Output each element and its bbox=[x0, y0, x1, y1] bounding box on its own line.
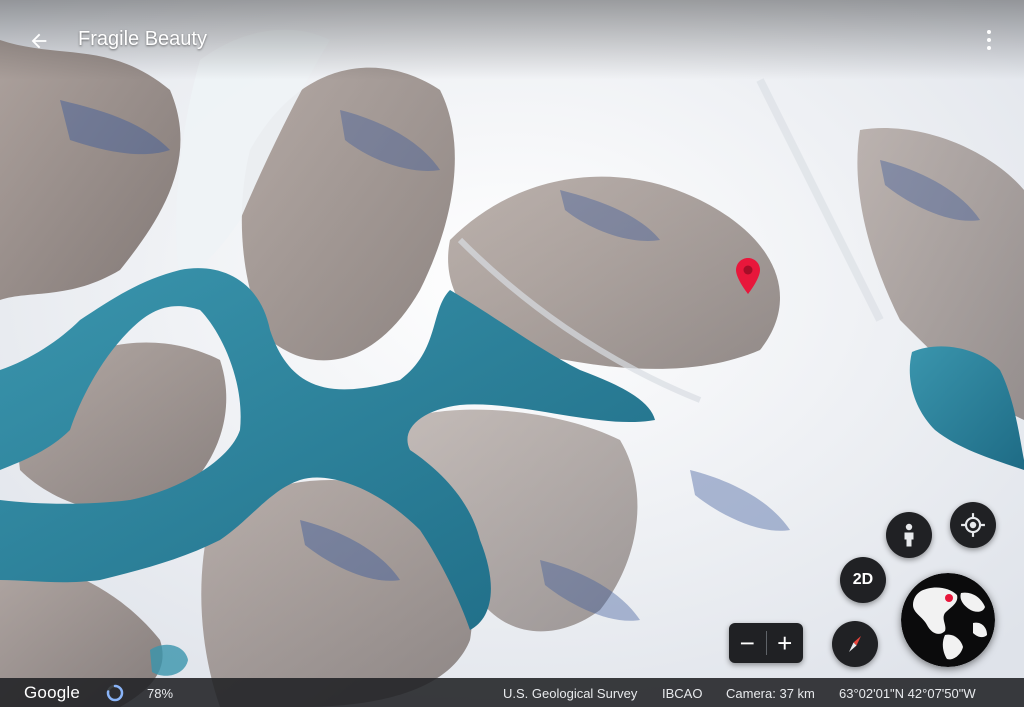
status-bar: Google 78% U.S. Geological Survey IBCAO … bbox=[0, 678, 1024, 707]
attribution-usgs[interactable]: U.S. Geological Survey bbox=[503, 686, 637, 701]
top-bar: Fragile Beauty bbox=[0, 0, 1024, 80]
compass-button[interactable] bbox=[832, 621, 878, 667]
zoom-in-button[interactable]: + bbox=[767, 623, 804, 663]
street-view-button[interactable] bbox=[886, 512, 932, 558]
camera-altitude: Camera: 37 km bbox=[726, 686, 815, 701]
zoom-controls: − + bbox=[729, 623, 803, 663]
more-vert-icon-dot bbox=[987, 38, 991, 42]
earth-viewer: Fragile Beauty 2D − + Google 78% U.S. Ge… bbox=[0, 0, 1024, 707]
back-button[interactable] bbox=[24, 26, 54, 56]
more-vert-icon-dot bbox=[987, 46, 991, 50]
globe-icon bbox=[901, 573, 995, 667]
load-percentage: 78% bbox=[147, 686, 174, 701]
arrow-back-icon bbox=[31, 33, 47, 49]
coordinates-readout: 63°02'01"N 42°07'50"W bbox=[839, 686, 976, 701]
toggle-2d-button[interactable]: 2D bbox=[840, 557, 886, 603]
google-logo: Google bbox=[24, 683, 81, 702]
tour-title: Fragile Beauty bbox=[78, 28, 207, 50]
attribution-ibcao[interactable]: IBCAO bbox=[662, 686, 702, 701]
person-icon bbox=[904, 523, 914, 547]
placemark-pin-icon[interactable] bbox=[736, 258, 760, 294]
my-location-icon bbox=[961, 513, 985, 537]
compass-icon bbox=[849, 636, 861, 652]
zoom-out-button[interactable]: − bbox=[729, 623, 766, 663]
globe-overview[interactable] bbox=[901, 573, 995, 667]
more-options-button[interactable] bbox=[982, 28, 996, 52]
loading-progress-icon bbox=[106, 684, 124, 702]
more-vert-icon bbox=[987, 30, 991, 34]
my-location-button[interactable] bbox=[950, 502, 996, 548]
